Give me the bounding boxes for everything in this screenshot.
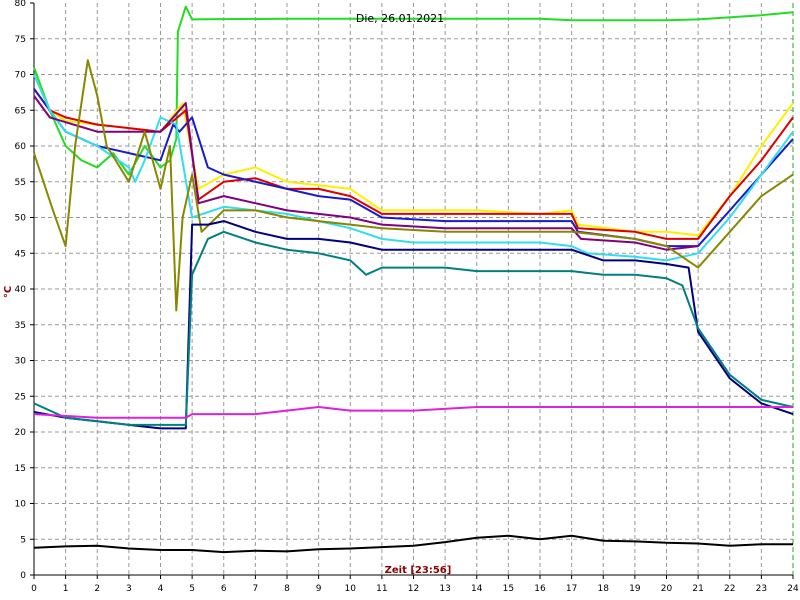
y-tick-label: 5: [20, 535, 26, 545]
x-tick-label: 6: [221, 584, 227, 594]
y-tick-label: 15: [15, 464, 26, 474]
x-tick-label: 22: [724, 584, 735, 594]
y-tick-label: 65: [15, 106, 26, 116]
x-tick-label: 24: [787, 584, 799, 594]
y-tick-label: 75: [15, 35, 26, 45]
x-tick-label: 17: [566, 584, 577, 594]
temperature-chart: 0 1 2 3 4 5 6 7 8 9 10 11 12 13 14 15 16 17 18 19 20 21 22 23 24…: [3, 0, 799, 594]
x-tick-label: 3: [126, 584, 132, 594]
x-tick-label: 9: [316, 584, 322, 594]
x-tick-label: 23: [756, 584, 767, 594]
x-tick-label: 15: [503, 584, 514, 594]
x-tick-label: 1: [63, 584, 69, 594]
y-tick-label: 0: [20, 571, 26, 581]
y-tick-label: 20: [15, 428, 27, 438]
x-tick-label: 14: [471, 584, 483, 594]
x-tick-label: 13: [439, 584, 450, 594]
x-tick-label: 5: [189, 584, 195, 594]
x-tick-label: 10: [345, 584, 357, 594]
y-tick-label: 40: [15, 285, 27, 295]
y-tick-label: 30: [15, 357, 27, 367]
y-tick-label: 35: [15, 321, 26, 331]
x-tick-label: 21: [692, 584, 703, 594]
grid: [34, 3, 793, 575]
x-tick-label: 19: [629, 584, 641, 594]
x-tick-label: 7: [253, 584, 259, 594]
y-tick-label: 80: [15, 0, 27, 9]
axes: [30, 2, 794, 579]
x-tick-label: 4: [158, 584, 164, 594]
y-tick-label: 50: [15, 214, 27, 224]
y-tick-label: 55: [15, 178, 26, 188]
y-tick-label: 25: [15, 392, 26, 402]
x-tick-label: 12: [408, 584, 419, 594]
x-axis-label: Zeit [23:56]: [385, 565, 452, 576]
x-tick-label: 0: [31, 584, 37, 594]
chart-title: Die, 26.01.2021: [356, 12, 444, 25]
x-tick-label: 8: [284, 584, 290, 594]
tick-labels: 0 1 2 3 4 5 6 7 8 9 10 11 12 13 14 15 16 17 18 19 20 21 22 23 24…: [15, 0, 799, 594]
y-axis-label: °C: [3, 286, 14, 298]
y-tick-label: 10: [15, 500, 27, 510]
x-tick-label: 16: [534, 584, 546, 594]
x-tick-label: 20: [661, 584, 673, 594]
series-line-1: [33, 74, 794, 237]
y-tick-label: 60: [15, 142, 27, 152]
y-tick-label: 45: [15, 249, 26, 259]
x-tick-label: 18: [598, 584, 610, 594]
x-tick-label: 11: [376, 584, 387, 594]
x-tick-label: 2: [94, 584, 100, 594]
y-tick-label: 70: [15, 71, 27, 81]
